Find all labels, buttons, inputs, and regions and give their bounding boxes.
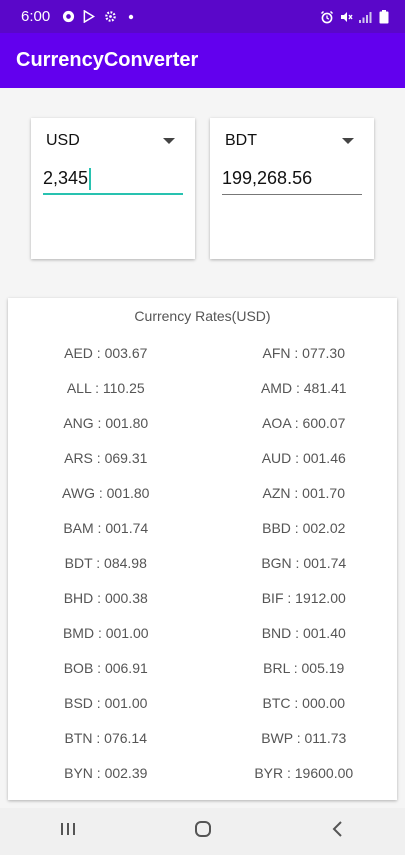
from-amount-value: 2,345 [43,168,89,188]
rate-row: BTN : 076.14 BWP : 011.73 [8,720,397,755]
rate-item: ARS : 069.31 [64,449,148,466]
rate-row: BDT : 084.98 BGN : 001.74 [8,545,397,580]
rate-row: AED : 003.67 AFN : 077.30 [8,335,397,370]
battery-icon [377,9,391,24]
rate-item: AUD : 001.46 [261,449,346,466]
back-button[interactable] [308,812,368,852]
chrome-icon [61,10,75,24]
to-currency-value: BDT [225,132,257,149]
from-currency-dropdown[interactable]: USD [46,130,175,152]
rate-row: BAM : 001.74 BBD : 002.02 [8,510,397,545]
rate-item: AMD : 481.41 [260,379,347,396]
rate-item: BMD : 001.00 [62,624,149,641]
back-icon [331,820,345,843]
rate-item: BAM : 001.74 [63,519,149,536]
rate-item: BTN : 076.14 [64,729,148,746]
dot-icon [124,10,138,24]
mute-icon [339,10,353,24]
rate-row: ARS : 069.31 AUD : 001.46 [8,440,397,475]
rate-item: BHD : 000.38 [63,589,148,606]
status-bar: 6:00 [0,0,405,33]
rate-row: ANG : 001.80 AOA : 600.07 [8,405,397,440]
rates-list[interactable]: AED : 003.67 AFN : 077.30 ALL : 110.25 AMD… [8,335,397,790]
rate-item: BBD : 002.02 [262,519,346,536]
rate-row: BYN : 002.39 BYR : 19600.00 [8,755,397,790]
play-store-icon [82,10,96,24]
rate-item: BGN : 001.74 [261,554,347,571]
to-amount-input[interactable]: 199,268.56 [222,168,362,195]
to-amount-value: 199,268.56 [222,168,313,188]
chevron-down-icon [342,138,354,144]
rate-item: BOB : 006.91 [63,659,148,676]
rate-item: AWG : 001.80 [62,484,150,501]
rates-title: Currency Rates(USD) [134,308,271,324]
navigation-bar [0,808,405,855]
rate-item: AED : 003.67 [64,344,148,361]
signal-icon [358,10,372,24]
app-bar: CurrencyConverter [0,33,405,88]
app-title: CurrencyConverter [16,49,199,71]
rate-row: AWG : 001.80 AZN : 001.70 [8,475,397,510]
status-time: 6:00 [21,8,51,25]
rate-item: BDT : 084.98 [64,554,147,571]
to-currency-card: BDT 199,268.56 [210,118,374,259]
rate-item: ANG : 001.80 [63,414,149,431]
rate-item: ALL : 110.25 [66,379,145,396]
rate-item: AZN : 001.70 [262,484,346,501]
rate-item: AOA : 600.07 [262,414,346,431]
rate-row: BHD : 000.38 BIF : 1912.00 [8,580,397,615]
rate-item: BYN : 002.39 [64,764,148,781]
rate-item: AFN : 077.30 [262,344,346,361]
rates-card[interactable]: Currency Rates(USD) AED : 003.67 AFN : 07… [8,298,397,800]
rate-row: BSD : 001.00 BTC : 000.00 [8,685,397,720]
rate-row: BMD : 001.00 BND : 001.40 [8,615,397,650]
rate-item: BIF : 1912.00 [261,589,346,606]
rate-item: BND : 001.40 [261,624,346,641]
rate-item: BRL : 005.19 [263,659,345,676]
to-currency-dropdown[interactable]: BDT [225,130,354,152]
rate-item: BYR : 19600.00 [254,764,354,781]
from-amount-input[interactable]: 2,345 [43,168,183,195]
from-currency-card: USD 2,345 [31,118,195,259]
text-cursor [89,168,92,190]
rate-item: BTC : 000.00 [262,694,346,711]
rate-row: ALL : 110.25 AMD : 481.41 [8,370,397,405]
chevron-down-icon [163,138,175,144]
home-button[interactable] [173,812,233,852]
recents-icon [59,821,77,842]
settings-icon [103,10,117,24]
recents-button[interactable] [38,812,98,852]
rate-item: BSD : 001.00 [64,694,148,711]
rate-row: BOB : 006.91 BRL : 005.19 [8,650,397,685]
rate-item: BWP : 011.73 [261,729,347,746]
home-icon [194,820,212,843]
alarm-icon [320,10,334,24]
from-currency-value: USD [46,132,80,149]
